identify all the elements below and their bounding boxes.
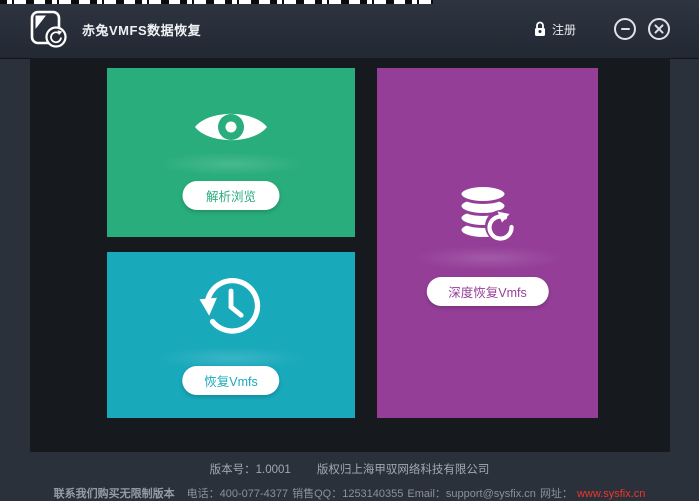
title-bar-controls: 注册 xyxy=(534,18,670,40)
register-button[interactable]: 注册 xyxy=(534,21,576,38)
parse-browse-button[interactable]: 解析浏览 xyxy=(183,181,280,210)
minimize-button[interactable] xyxy=(614,18,636,40)
phone-label: 电话：400-077-4377 xyxy=(187,488,289,500)
lock-icon xyxy=(534,21,546,37)
qq-label: 销售QQ：1253140355 xyxy=(292,488,403,500)
email-label: Email：support@sysfix.cn xyxy=(407,488,536,500)
panel-parse-browse[interactable]: 解析浏览 xyxy=(107,68,355,237)
database-restore-icon xyxy=(457,184,519,249)
panel-deep-restore-vmfs[interactable]: 深度恢复Vmfs xyxy=(377,68,598,418)
site-url-link[interactable]: www.sysfix.cn xyxy=(577,488,645,500)
restore-vmfs-button[interactable]: 恢复Vmfs xyxy=(182,366,279,395)
footer: 版本号：1.0001 版权归上海甲驭网络科技有限公司 联系我们购买无限制版本电话：… xyxy=(0,452,699,501)
eye-icon xyxy=(193,105,269,154)
footer-contact-line: 联系我们购买无限制版本电话：400-077-4377销售QQ：125314035… xyxy=(0,485,699,501)
app-logo-icon xyxy=(29,10,69,48)
deep-restore-vmfs-button[interactable]: 深度恢复Vmfs xyxy=(426,277,548,306)
contact-prompt: 联系我们购买无限制版本 xyxy=(54,488,175,500)
icon-reflection xyxy=(156,152,306,176)
register-label: 注册 xyxy=(552,21,576,38)
site-label: 网址： xyxy=(540,488,573,500)
footer-version-line: 版本号：1.0001 版权归上海甲驭网络科技有限公司 xyxy=(0,461,699,477)
panel-restore-vmfs[interactable]: 恢复Vmfs xyxy=(107,252,355,418)
minimize-icon xyxy=(621,28,630,30)
app-title: 赤兔VMFS数据恢复 xyxy=(82,20,201,39)
main-content: 解析浏览 恢复Vmfs xyxy=(30,58,670,453)
close-button[interactable] xyxy=(648,18,670,40)
history-clock-icon xyxy=(198,275,264,344)
app-window: 赤兔VMFS数据恢复 注册 xyxy=(0,0,699,501)
icon-reflection xyxy=(413,246,563,270)
close-icon xyxy=(654,24,664,34)
copyright-label: 版权归上海甲驭网络科技有限公司 xyxy=(317,464,490,476)
screenshot-artifact-strip xyxy=(0,0,433,4)
version-label: 版本号：1.0001 xyxy=(210,464,291,476)
title-bar: 赤兔VMFS数据恢复 注册 xyxy=(0,0,699,59)
